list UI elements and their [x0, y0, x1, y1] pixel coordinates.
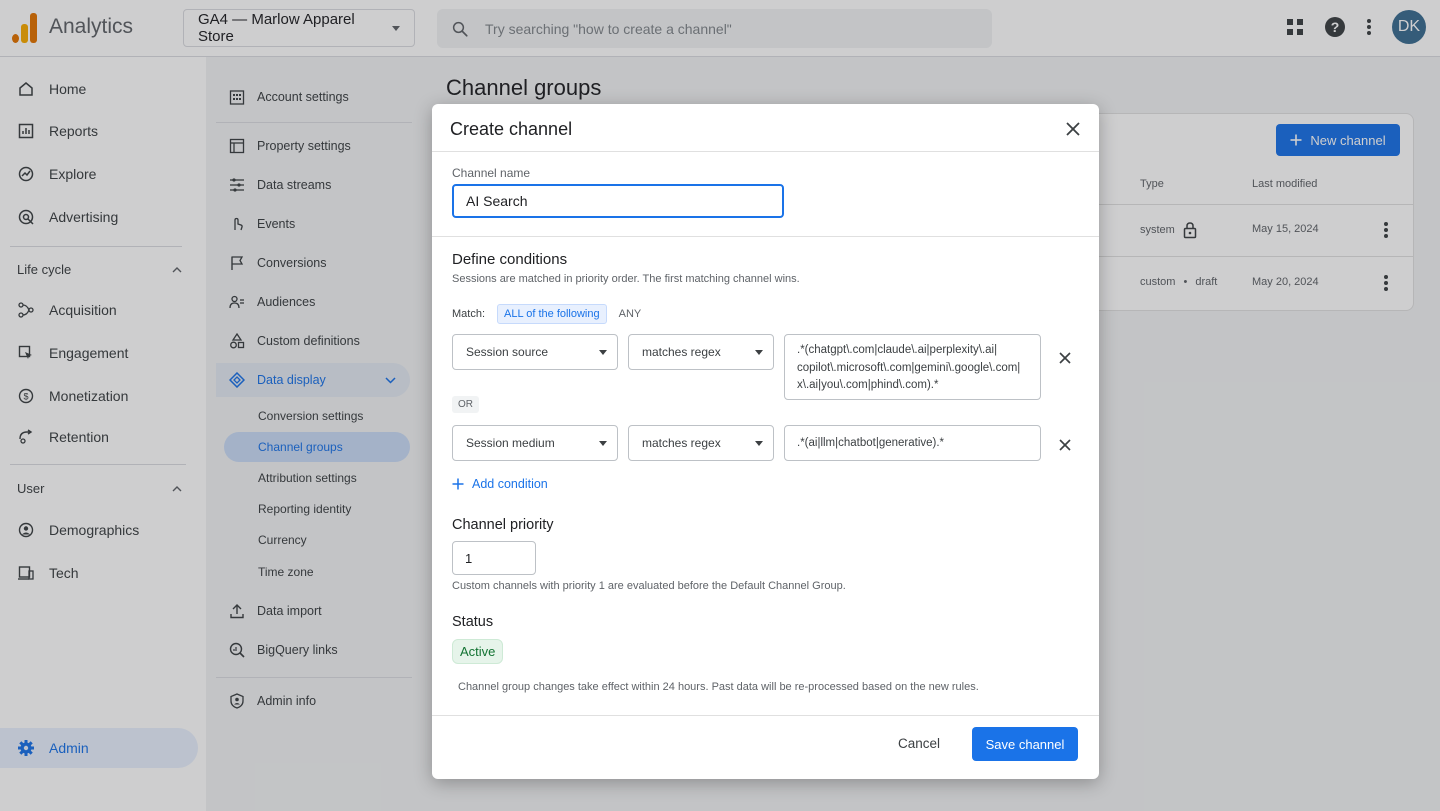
dialog-header: Create channel — [432, 104, 1099, 152]
or-separator: OR — [452, 396, 479, 413]
match-mode-selector: Match: ALL of the following ANY — [452, 304, 641, 324]
condition-1-operator-select[interactable]: matches regex — [628, 334, 774, 370]
select-value: matches regex — [642, 345, 721, 359]
regex-line: copilot\.microsoft\.com|gemini\.google\.… — [797, 361, 1021, 374]
section-divider — [432, 236, 1099, 237]
condition-2-operator-select[interactable]: matches regex — [628, 425, 774, 461]
match-all-option[interactable]: ALL of the following — [497, 304, 607, 324]
condition-2-value-input[interactable]: .*(ai|llm|chatbot|generative).* — [784, 425, 1041, 461]
channel-priority-input[interactable] — [452, 541, 536, 575]
condition-1-dimension-select[interactable]: Session source — [452, 334, 618, 370]
select-value: Session source — [466, 345, 549, 359]
select-value: matches regex — [642, 436, 721, 450]
add-condition-button[interactable]: Add condition — [452, 477, 548, 491]
match-any-option[interactable]: ANY — [619, 308, 642, 320]
match-label: Match: — [452, 308, 486, 320]
regex-line: .*(ai|llm|chatbot|generative).* — [797, 437, 945, 449]
footer-note: Channel group changes take effect within… — [458, 681, 979, 693]
remove-condition-2-icon[interactable] — [1058, 438, 1072, 452]
regex-line: .*(chatgpt\.com|claude\.ai|perplexity\.a… — [797, 344, 998, 356]
channel-name-input[interactable] — [452, 184, 784, 218]
chevron-down-icon — [755, 440, 763, 446]
channel-priority-heading: Channel priority — [452, 517, 554, 533]
channel-name-label: Channel name — [452, 166, 531, 180]
close-icon[interactable] — [1064, 120, 1082, 138]
cancel-button[interactable]: Cancel — [898, 736, 940, 751]
dialog-footer: Cancel Save channel — [432, 715, 1099, 779]
plus-icon — [452, 478, 464, 490]
add-condition-label: Add condition — [472, 477, 548, 491]
define-conditions-heading: Define conditions — [452, 251, 568, 268]
priority-hint: Custom channels with priority 1 are eval… — [452, 580, 846, 592]
status-badge[interactable]: Active — [452, 639, 504, 664]
remove-condition-1-icon[interactable] — [1058, 351, 1072, 365]
regex-line: x\.ai|you\.com|phind\.com).* — [797, 379, 939, 391]
create-channel-dialog: Create channel Channel name Define condi… — [432, 104, 1099, 779]
conditions-hint: Sessions are matched in priority order. … — [452, 273, 800, 285]
chevron-down-icon — [599, 440, 607, 446]
condition-1-value-input[interactable]: .*(chatgpt\.com|claude\.ai|perplexity\.a… — [784, 334, 1041, 400]
chevron-down-icon — [599, 349, 607, 355]
status-heading: Status — [452, 614, 494, 630]
dialog-title: Create channel — [450, 119, 573, 139]
save-channel-button[interactable]: Save channel — [972, 727, 1078, 761]
chevron-down-icon — [755, 349, 763, 355]
select-value: Session medium — [466, 436, 555, 450]
condition-2-dimension-select[interactable]: Session medium — [452, 425, 618, 461]
